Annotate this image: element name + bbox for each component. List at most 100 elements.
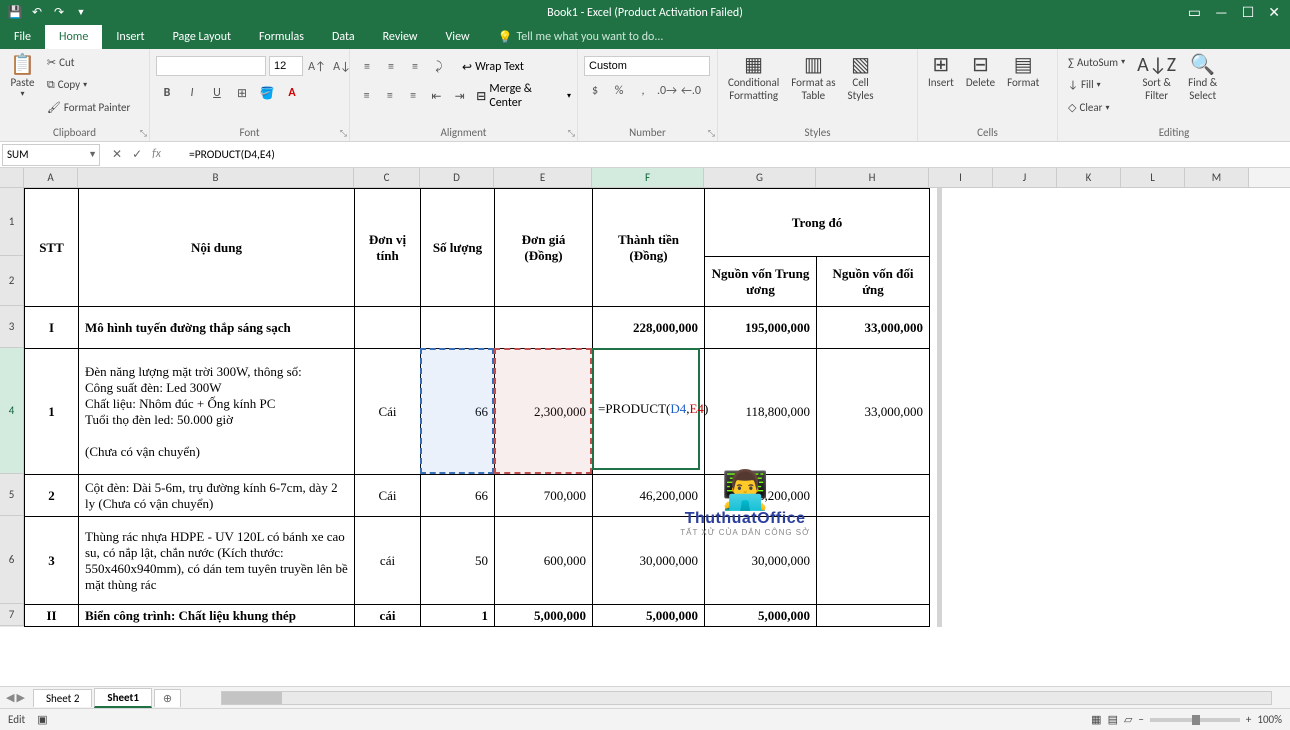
- row-header[interactable]: 5: [0, 474, 24, 516]
- comma-format-icon[interactable]: ,: [632, 80, 654, 102]
- font-family-select[interactable]: [156, 56, 266, 76]
- cell[interactable]: Biển công trình: Chất liệu khung thép: [79, 605, 355, 627]
- cell-styles-button[interactable]: ▧Cell Styles: [844, 52, 878, 104]
- cell[interactable]: 66: [421, 475, 495, 517]
- align-middle-icon[interactable]: ≡: [380, 56, 402, 78]
- increase-font-icon[interactable]: A↑: [306, 56, 328, 78]
- cell[interactable]: [941, 516, 942, 604]
- underline-button[interactable]: U: [206, 82, 228, 104]
- save-icon[interactable]: 💾: [6, 4, 24, 22]
- column-header[interactable]: E: [494, 168, 592, 187]
- sheet-tab[interactable]: Sheet 2: [33, 689, 92, 707]
- delete-cells-button[interactable]: ⊟Delete: [962, 52, 999, 91]
- sheet-nav-prev-icon[interactable]: ◀: [6, 691, 14, 704]
- cell[interactable]: [941, 188, 942, 256]
- row-header[interactable]: 7: [0, 604, 24, 626]
- cut-button[interactable]: ✂Cut: [43, 52, 134, 72]
- row-header[interactable]: 6: [0, 516, 24, 604]
- hdr-sl[interactable]: Số lượng: [421, 189, 495, 307]
- decrease-indent-icon[interactable]: ⇤: [426, 85, 447, 107]
- cell[interactable]: [817, 475, 930, 517]
- hdr-trongdo[interactable]: Trong đó: [705, 189, 930, 257]
- column-header[interactable]: I: [929, 168, 993, 187]
- select-all-button[interactable]: [0, 168, 24, 187]
- insert-cells-button[interactable]: ⊞Insert: [924, 52, 958, 91]
- horizontal-scrollbar[interactable]: [221, 691, 1272, 705]
- increase-decimal-icon[interactable]: .0→: [656, 80, 678, 102]
- align-top-icon[interactable]: ≡: [356, 56, 378, 78]
- column-header[interactable]: J: [993, 168, 1057, 187]
- bold-button[interactable]: B: [156, 82, 178, 104]
- sheet-nav-next-icon[interactable]: ▶: [16, 691, 24, 704]
- cell[interactable]: 5,000,000: [495, 605, 593, 627]
- hdr-stt[interactable]: STT: [25, 189, 79, 307]
- cell[interactable]: [941, 604, 942, 626]
- zoom-level[interactable]: 100%: [1257, 713, 1282, 726]
- border-button[interactable]: ⊞: [231, 82, 253, 104]
- cell[interactable]: 1: [25, 349, 79, 475]
- cell[interactable]: 5,000,000: [705, 605, 817, 627]
- cell[interactable]: Thùng rác nhựa HDPE - UV 120L có bánh xe…: [79, 517, 355, 605]
- view-page-break-icon[interactable]: ▱: [1124, 713, 1132, 726]
- cell[interactable]: Cột đèn: Dài 5-6m, trụ đường kính 6-7cm,…: [79, 475, 355, 517]
- row-header[interactable]: 4: [0, 348, 24, 474]
- minimize-icon[interactable]: —: [1215, 4, 1228, 21]
- hdr-dongia[interactable]: Đơn giá (Đồng): [495, 189, 593, 307]
- active-cell-editor[interactable]: =PRODUCT(D4,E4): [592, 348, 700, 470]
- cell[interactable]: Cái: [355, 475, 421, 517]
- cell[interactable]: 66: [421, 349, 495, 475]
- tab-insert[interactable]: Insert: [102, 25, 158, 49]
- new-sheet-button[interactable]: ⊕: [154, 689, 181, 707]
- decrease-decimal-icon[interactable]: ←.0: [680, 80, 702, 102]
- column-header[interactable]: H: [816, 168, 929, 187]
- sort-filter-button[interactable]: A↓ZSort & Filter: [1133, 52, 1180, 104]
- column-header[interactable]: G: [704, 168, 816, 187]
- column-header[interactable]: L: [1121, 168, 1185, 187]
- cell[interactable]: I: [25, 307, 79, 349]
- cell[interactable]: [941, 348, 942, 474]
- formula-input[interactable]: =PRODUCT(D4,E4): [179, 148, 1290, 162]
- name-box-dropdown-icon[interactable]: ▼: [88, 149, 97, 160]
- tab-view[interactable]: View: [432, 25, 484, 49]
- tab-formulas[interactable]: Formulas: [245, 25, 318, 49]
- paste-button[interactable]: 📋 Paste ▾: [6, 52, 39, 101]
- format-as-table-button[interactable]: ▥Format as Table: [787, 52, 839, 104]
- dialog-launcher-icon[interactable]: ⤡: [568, 128, 575, 139]
- fill-button[interactable]: ↓Fill▾: [1064, 75, 1129, 95]
- merge-center-button[interactable]: ⊟Merge & Center▾: [476, 82, 571, 110]
- column-header[interactable]: F: [592, 168, 704, 187]
- column-header[interactable]: C: [354, 168, 420, 187]
- cell[interactable]: Mô hình tuyến đường thắp sáng sạch: [79, 307, 355, 349]
- qat-dropdown-icon[interactable]: ▼: [72, 4, 90, 22]
- cell[interactable]: 3: [25, 517, 79, 605]
- autosum-button[interactable]: ∑AutoSum▾: [1064, 52, 1129, 72]
- undo-icon[interactable]: ↶: [28, 4, 46, 22]
- tell-me[interactable]: 💡 Tell me what you want to do...: [484, 25, 664, 49]
- hdr-noidung[interactable]: Nội dung: [79, 189, 355, 307]
- wrap-text-button[interactable]: ↩Wrap Text: [462, 60, 524, 75]
- cell[interactable]: [495, 307, 593, 349]
- cell[interactable]: 5,000,000: [593, 605, 705, 627]
- conditional-formatting-button[interactable]: ▦Conditional Formatting: [724, 52, 783, 104]
- view-normal-icon[interactable]: ▦: [1091, 713, 1101, 726]
- cell[interactable]: Cái: [355, 349, 421, 475]
- cell[interactable]: [941, 306, 942, 348]
- cell[interactable]: Đèn năng lượng mặt trời 300W, thông số: …: [79, 349, 355, 475]
- tab-page-layout[interactable]: Page Layout: [159, 25, 245, 49]
- cell[interactable]: [817, 517, 930, 605]
- zoom-slider[interactable]: [1150, 718, 1240, 722]
- cell[interactable]: 228,000,000: [593, 307, 705, 349]
- cell[interactable]: cái: [355, 517, 421, 605]
- cell[interactable]: 2: [25, 475, 79, 517]
- close-icon[interactable]: ✕: [1268, 4, 1280, 21]
- tab-home[interactable]: Home: [45, 25, 102, 49]
- cell[interactable]: 2,300,000: [495, 349, 593, 475]
- ribbon-options-icon[interactable]: ▭: [1188, 4, 1201, 21]
- clear-button[interactable]: ◇Clear▾: [1064, 98, 1129, 118]
- cell[interactable]: [817, 605, 930, 627]
- zoom-in-icon[interactable]: +: [1246, 713, 1251, 726]
- find-select-button[interactable]: 🔍Find & Select: [1184, 52, 1221, 104]
- name-box[interactable]: SUM ▼: [2, 144, 100, 166]
- sheet-tab[interactable]: Sheet1: [94, 688, 152, 708]
- column-header[interactable]: M: [1185, 168, 1249, 187]
